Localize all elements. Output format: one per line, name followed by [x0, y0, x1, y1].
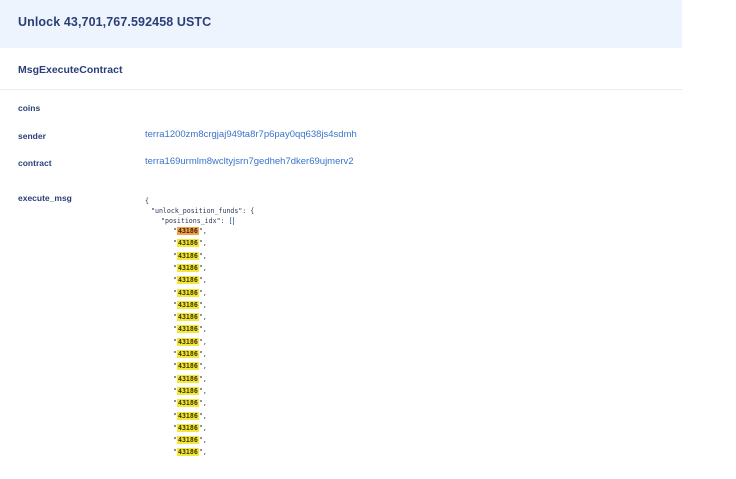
position-id-item: "43186",	[173, 251, 207, 260]
position-id-value: 43186	[176, 337, 199, 346]
position-id-item: "43186",	[173, 448, 207, 457]
message-type: MsgExecuteContract	[18, 64, 123, 76]
position-id-item: "43186",	[173, 276, 207, 285]
position-id-item: "43186",	[173, 411, 207, 420]
position-id-item: "43186",	[173, 436, 207, 445]
position-id-item: "43186",	[173, 423, 207, 432]
sender-label: sender	[18, 131, 46, 141]
position-id-value: 43186	[176, 386, 199, 395]
position-id-value: 43186	[176, 227, 199, 235]
transaction-title: Unlock 43,701,767.592458 USTC	[18, 15, 212, 29]
position-id-item: "43186",	[173, 263, 207, 272]
execute-msg-json: { "unlock_position_funds": { "positions_…	[145, 196, 665, 479]
execute-msg-label: execute_msg	[18, 193, 72, 203]
divider	[0, 89, 682, 90]
position-id-value: 43186	[176, 288, 199, 297]
transaction-card: Unlock 43,701,767.592458 USTC MsgExecute…	[0, 0, 682, 479]
transaction-header: Unlock 43,701,767.592458 USTC	[0, 0, 682, 48]
position-id-item: "43186",	[173, 239, 207, 248]
position-id-value: 43186	[176, 300, 199, 309]
position-id-item: "43186",	[173, 300, 207, 309]
position-id-value: 43186	[176, 263, 199, 272]
position-id-value: 43186	[176, 276, 199, 285]
position-id-item: "43186",	[173, 337, 207, 346]
position-id-item: "43186",	[173, 362, 207, 371]
position-id-value: 43186	[176, 239, 199, 248]
position-id-value: 43186	[176, 325, 199, 334]
position-id-item: "43186",	[173, 313, 207, 322]
json-outer-key: "unlock_position_funds": {	[151, 207, 255, 215]
position-id-value: 43186	[176, 251, 199, 260]
position-id-value: 43186	[176, 313, 199, 322]
coins-label: coins	[18, 103, 41, 113]
contract-label: contract	[18, 158, 52, 168]
position-id-item: "43186",	[173, 386, 207, 395]
position-id-item: "43186",	[173, 374, 207, 383]
position-id-value: 43186	[176, 350, 199, 358]
contract-address-link[interactable]: terra169urmlm8wcltyjsrn7gedheh7dker69ujm…	[145, 156, 354, 167]
sender-address-link[interactable]: terra1200zm8crgjaj949ta8r7p6pay0qq638js4…	[145, 129, 357, 140]
text-cursor	[233, 217, 235, 225]
position-id-item: "43186",	[173, 227, 207, 235]
position-id-item: "43186",	[173, 350, 207, 358]
json-inner-key: "positions_idx": [	[161, 217, 235, 225]
position-id-item: "43186",	[173, 399, 207, 408]
position-id-value: 43186	[176, 399, 199, 408]
position-id-value: 43186	[176, 436, 199, 445]
position-id-value: 43186	[176, 448, 199, 457]
position-id-value: 43186	[176, 423, 199, 432]
position-id-value: 43186	[176, 374, 199, 383]
position-id-value: 43186	[176, 411, 199, 420]
position-id-item: "43186",	[173, 325, 207, 334]
position-id-item: "43186",	[173, 288, 207, 297]
json-open-brace: {	[145, 197, 149, 205]
position-id-value: 43186	[176, 362, 199, 371]
